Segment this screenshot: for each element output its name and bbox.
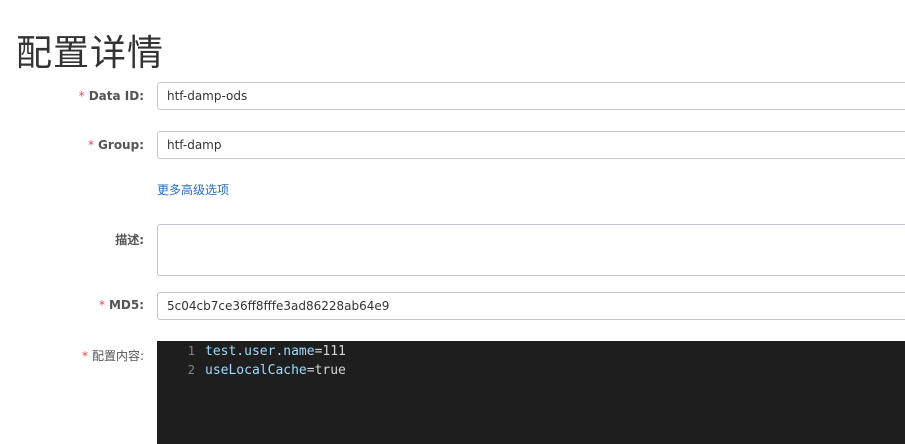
md5-input[interactable]: 5c04cb7ce36ff8fffe3ad86228ab64e9 (157, 292, 905, 320)
required-mark: * (98, 298, 105, 312)
line-number: 1 (187, 344, 195, 358)
required-mark: * (78, 89, 85, 103)
page-title: 配置详情 (16, 33, 165, 74)
group-input[interactable]: htf-damp (157, 131, 905, 159)
config-detail-page: 配置详情 * Data ID: htf-damp-ods * Group: htf-… (0, 0, 905, 444)
editor-line: 2 useLocalCache=true (157, 361, 905, 380)
data-id-input[interactable]: htf-damp-ods (157, 82, 905, 110)
code-text: test.user.name=111 (205, 344, 346, 359)
group-label: * Group: (88, 138, 144, 152)
required-mark: * (88, 138, 95, 152)
code-text: useLocalCache=true (205, 363, 346, 378)
editor-line: 1 test.user.name=111 (157, 342, 905, 361)
content-label: * 配置内容: (81, 349, 144, 363)
description-textarea[interactable] (157, 224, 905, 276)
data-id-label: * Data ID: (78, 89, 144, 103)
md5-label: * MD5: (98, 298, 144, 312)
group-value: htf-damp (167, 138, 222, 152)
md5-value: 5c04cb7ce36ff8fffe3ad86228ab64e9 (167, 299, 390, 313)
line-number: 2 (187, 363, 195, 377)
data-id-value: htf-damp-ods (167, 89, 248, 103)
description-label: 描述: (115, 233, 144, 247)
advanced-options-link[interactable]: 更多高级选项 (157, 181, 229, 198)
required-mark: * (81, 349, 88, 363)
code-editor[interactable]: 1 test.user.name=111 2 useLocalCache=tru… (157, 341, 905, 444)
